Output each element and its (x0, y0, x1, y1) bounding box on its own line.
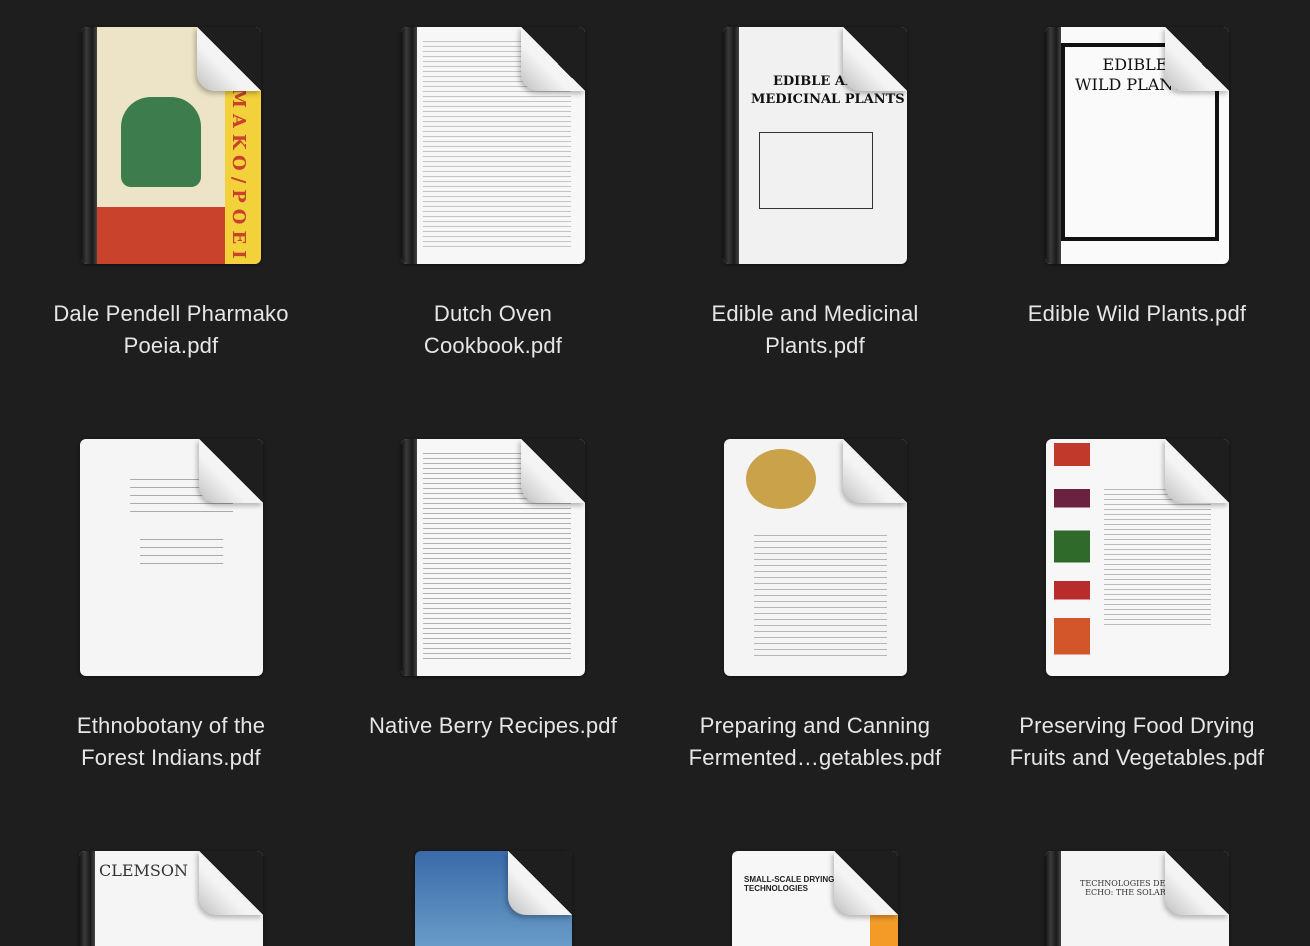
pdf-thumbnail[interactable]: TECHNOLOGIES DEMONST ECHO: THE SOLAR DEH… (1045, 851, 1229, 946)
file-name-label[interactable]: Edible Wild Plants.pdf (987, 298, 1287, 330)
pdf-thumbnail[interactable] (80, 439, 263, 676)
cover-title: RMAKO/POEIA (228, 67, 249, 264)
page-curl-icon (1165, 439, 1229, 503)
pdf-thumbnail[interactable]: SMALL-SCALE DRYING TECHNOLOGIES (732, 851, 898, 946)
pdf-thumbnail[interactable] (401, 439, 585, 676)
page-curl-icon (508, 851, 572, 915)
cover-title: CLEMSON (99, 861, 189, 880)
pdf-thumbnail[interactable]: RMAKO/POEIA (81, 27, 261, 264)
file-name-label[interactable]: Preparing and Canning Fermented…getables.… (665, 710, 965, 774)
pdf-thumbnail[interactable] (401, 27, 585, 264)
pdf-thumbnail[interactable]: CLEMSON (79, 851, 263, 946)
cover-title: SMALL-SCALE DRYING TECHNOLOGIES (744, 875, 835, 893)
pdf-thumbnail[interactable] (724, 439, 907, 676)
file-name-label[interactable]: Dutch Oven Cookbook.pdf (343, 298, 643, 362)
page-curl-icon (521, 27, 585, 91)
page-curl-icon (197, 27, 261, 91)
pdf-thumbnail[interactable] (1046, 439, 1229, 676)
file-name-label[interactable]: Ethnobotany of the Forest Indians.pdf (21, 710, 321, 774)
page-curl-icon (1165, 27, 1229, 91)
page-curl-icon (199, 851, 263, 915)
page-curl-icon (843, 27, 907, 91)
file-name-label[interactable]: Dale Pendell Pharmako Poeia.pdf (21, 298, 321, 362)
page-curl-icon (521, 439, 585, 503)
file-name-label[interactable]: Native Berry Recipes.pdf (343, 710, 643, 742)
pdf-thumbnail[interactable] (415, 851, 572, 946)
page-curl-icon (199, 439, 263, 503)
pdf-thumbnail[interactable]: EDIBLE WILD PLANTS (1045, 27, 1229, 264)
pdf-thumbnail[interactable]: EDIBLE AN MEDICINAL PLANTS (723, 27, 907, 264)
file-grid: RMAKO/POEIA Dale Pendell Pharmako Poeia.p… (0, 0, 1310, 946)
file-name-label[interactable]: Edible and Medicinal Plants.pdf (665, 298, 965, 362)
page-curl-icon (843, 439, 907, 503)
page-curl-icon (834, 851, 898, 915)
file-name-label[interactable]: Preserving Food Drying Fruits and Vegetab… (987, 710, 1287, 774)
page-curl-icon (1165, 851, 1229, 915)
